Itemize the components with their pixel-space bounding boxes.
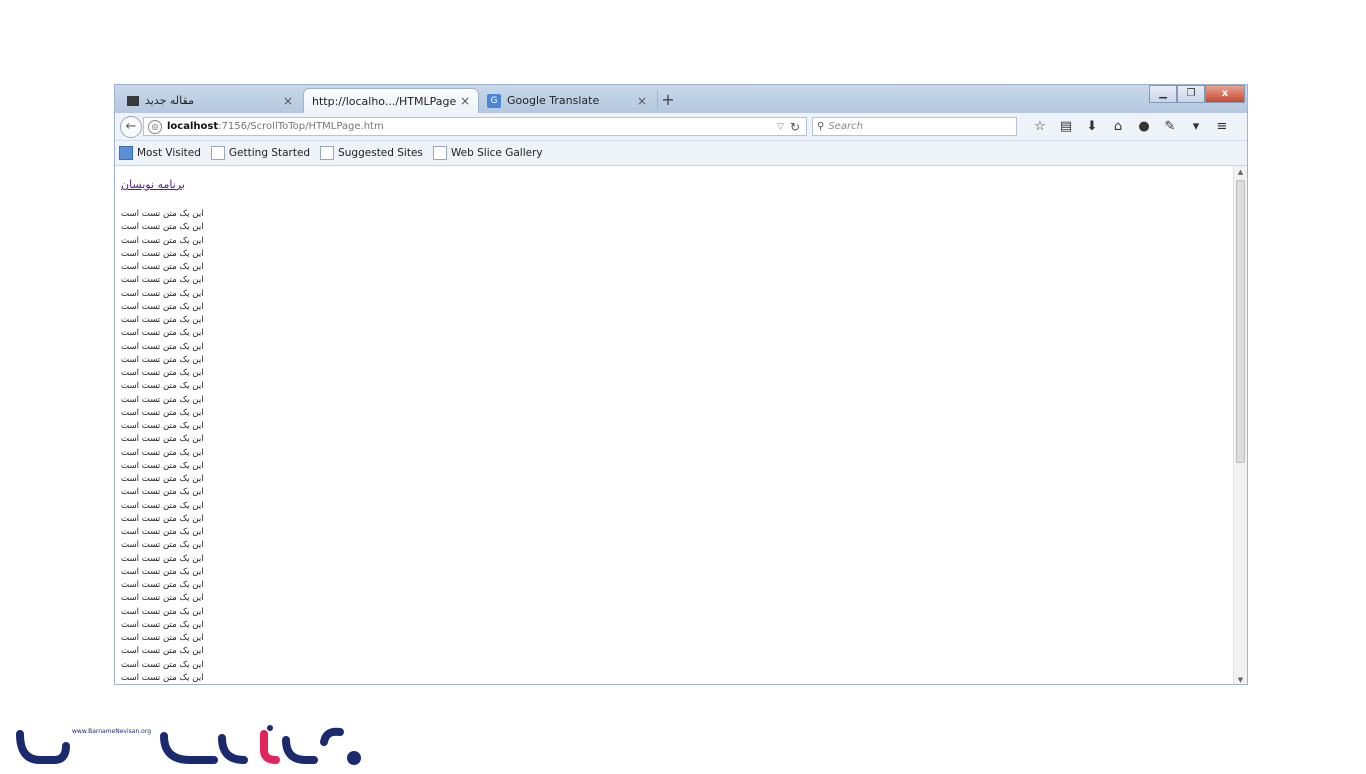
- body-text-line: این یک متن تست است: [121, 275, 204, 286]
- close-window-button[interactable]: x: [1205, 85, 1245, 103]
- tab-close-icon[interactable]: ×: [460, 94, 470, 108]
- bookmark-label: Web Slice Gallery: [450, 147, 543, 159]
- url-host: localhost: [167, 121, 219, 132]
- google-translate-icon: G: [487, 93, 501, 108]
- page-icon: [320, 146, 335, 160]
- bookmarks-bar: Most Visited Getting Started Suggested S…: [115, 141, 1247, 166]
- home-icon[interactable]: ⌂: [1105, 117, 1131, 137]
- body-text-line: این یک متن تست است: [121, 407, 204, 418]
- body-text-line: این یک متن تست است: [121, 421, 204, 431]
- body-text-line: این یک متن تست است: [121, 394, 204, 405]
- tab-favicon-icon: [127, 95, 139, 106]
- logo-mark-icon: [16, 725, 361, 765]
- vertical-scrollbar[interactable]: ▲ ▼: [1233, 166, 1247, 684]
- site-logo: www.BarnameNevisan.org: [14, 724, 364, 770]
- body-text-line: این یک متن تست است: [121, 619, 204, 630]
- bookmark-star-icon[interactable]: ☆: [1027, 117, 1053, 137]
- body-text-line: این یک متن تست است: [121, 659, 204, 670]
- body-text-line: این یک متن تست است: [121, 540, 204, 551]
- tab-title: مقاله جدید: [145, 94, 194, 107]
- chat-icon[interactable]: ●: [1131, 117, 1157, 137]
- browser-window: مقاله جدید × http://localho.../HTMLPage.…: [114, 84, 1248, 685]
- download-icon[interactable]: ⬇: [1079, 117, 1105, 137]
- body-text-line: این یک متن تست است: [121, 460, 204, 471]
- body-text-line: این یک متن تست است: [121, 566, 204, 577]
- body-text-line: این یک متن تست است: [121, 288, 204, 299]
- back-button[interactable]: ←: [120, 116, 142, 138]
- search-placeholder: Search: [828, 121, 863, 132]
- body-text-line: این یک متن تست است: [121, 553, 204, 564]
- bookmark-label: Suggested Sites: [338, 147, 423, 159]
- new-tab-button[interactable]: +: [657, 90, 678, 110]
- body-text-line: این یک متن تست است: [121, 434, 204, 445]
- tab-bar: مقاله جدید × http://localho.../HTMLPage.…: [115, 85, 1247, 113]
- body-text-line: این یک متن تست است: [121, 262, 204, 272]
- body-text-line: این یک متن تست است: [121, 328, 204, 339]
- bookmark-label: Getting Started: [228, 147, 311, 159]
- logo-site-text: www.BarnameNevisan.org: [72, 728, 151, 735]
- address-bar[interactable]: ◎ localhost :7156/ScrollToTop/HTMLPage.h…: [143, 117, 807, 136]
- minimize-button[interactable]: ▁: [1149, 85, 1177, 103]
- body-text-line: این یک متن تست است: [121, 315, 204, 325]
- extension-dropdown-icon[interactable]: ▾: [1183, 117, 1209, 137]
- menu-icon[interactable]: ≡: [1209, 117, 1235, 137]
- tab-title: Google Translate: [507, 94, 600, 107]
- body-text-line: این یک متن تست است: [121, 606, 204, 617]
- body-text-line: این یک متن تست است: [121, 487, 204, 498]
- heading-link[interactable]: برنامه نویسان: [121, 178, 185, 191]
- body-text-line: این یک متن تست است: [121, 513, 204, 524]
- extension-icon[interactable]: ✎: [1157, 117, 1183, 137]
- body-text-line: این یک متن تست است: [121, 672, 204, 683]
- body-text-line: این یک متن تست است: [121, 381, 204, 392]
- bookmark-web-slice-gallery[interactable]: Web Slice Gallery: [429, 146, 543, 160]
- most-visited-icon: [119, 146, 133, 160]
- body-text-line: این یک متن تست است: [121, 646, 204, 657]
- scroll-thumb[interactable]: [1236, 180, 1245, 463]
- bookmark-suggested-sites[interactable]: Suggested Sites: [316, 146, 423, 160]
- body-text-line: این یک متن تست است: [121, 248, 204, 259]
- window-controls: ▁ ❐ x: [1149, 85, 1245, 103]
- body-text-line: این یک متن تست است: [121, 474, 204, 484]
- url-dropdown-icon[interactable]: ▽: [777, 122, 784, 132]
- body-text-line: این یک متن تست است: [121, 368, 204, 378]
- body-text-line: این یک متن تست است: [121, 593, 204, 604]
- url-path: :7156/ScrollToTop/HTMLPage.htm: [218, 121, 384, 132]
- reading-list-icon[interactable]: ▤: [1053, 117, 1079, 137]
- bookmark-label: Most Visited: [137, 147, 201, 159]
- page-content: برنامه نویسان این یک متن تست است این یک م…: [115, 166, 1234, 684]
- search-box[interactable]: ⚲ Search: [812, 117, 1017, 136]
- scroll-down-icon[interactable]: ▼: [1234, 674, 1247, 684]
- body-text-line: این یک متن تست است: [121, 341, 204, 352]
- text-lines: این یک متن تست است این یک متن تست است این …: [121, 208, 204, 684]
- tab-close-icon[interactable]: ×: [283, 94, 293, 108]
- page-icon: [432, 146, 447, 160]
- tab-title: http://localho.../HTMLPage.htm: [312, 94, 456, 108]
- globe-icon: ◎: [148, 119, 162, 134]
- body-text-line: این یک متن تست است: [121, 235, 204, 246]
- body-text-line: این یک متن تست است: [121, 301, 204, 312]
- body-text-line: این یک متن تست است: [121, 447, 204, 458]
- body-text-line: این یک متن تست است: [121, 633, 204, 643]
- tab-article[interactable]: مقاله جدید ×: [119, 88, 301, 113]
- search-icon: ⚲: [817, 121, 825, 132]
- navigation-bar: ← ◎ localhost :7156/ScrollToTop/HTMLPage…: [115, 113, 1247, 141]
- body-text-line: این یک متن تست است: [121, 580, 204, 590]
- bookmark-getting-started[interactable]: Getting Started: [207, 146, 310, 160]
- tab-google-translate[interactable]: G Google Translate ×: [479, 88, 655, 113]
- body-text-line: این یک متن تست است: [121, 500, 204, 511]
- body-text-line: این یک متن تست است: [121, 222, 204, 233]
- body-text-line: این یک متن تست است: [121, 354, 204, 365]
- scroll-up-icon[interactable]: ▲: [1234, 166, 1247, 178]
- body-text-line: این یک متن تست است: [121, 209, 204, 219]
- page-icon: [210, 146, 225, 160]
- tab-close-icon[interactable]: ×: [637, 94, 647, 108]
- reload-icon[interactable]: ↻: [790, 120, 800, 134]
- tab-htmlpage[interactable]: http://localho.../HTMLPage.htm ×: [303, 88, 479, 113]
- body-text-line: این یک متن تست است: [121, 527, 204, 537]
- restore-button[interactable]: ❐: [1177, 85, 1205, 103]
- bookmark-most-visited[interactable]: Most Visited: [115, 146, 201, 160]
- toolbar-icons: ☆ ▤ ⬇ ⌂ ● ✎ ▾ ≡: [1027, 117, 1235, 137]
